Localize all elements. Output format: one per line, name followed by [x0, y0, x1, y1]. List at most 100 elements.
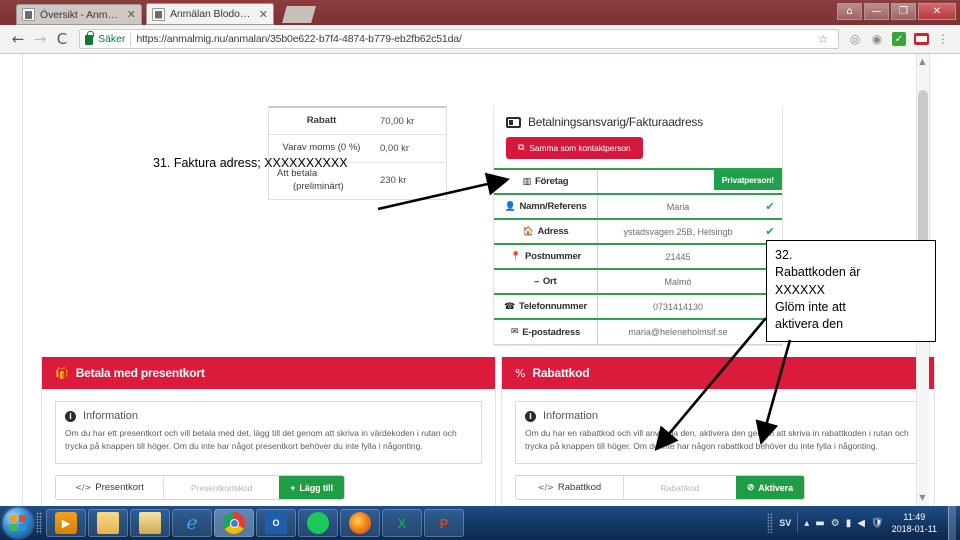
tray-show-hidden-icon[interactable]: ▴	[804, 518, 809, 529]
field-label-text: Telefonnummer	[519, 301, 587, 312]
tab-close-icon[interactable]: ✕	[127, 9, 136, 20]
lock-icon	[85, 31, 94, 45]
chrome-icon	[223, 512, 245, 534]
show-desktop-button[interactable]	[948, 506, 956, 540]
tray-dropbox-icon[interactable]: ⚙	[831, 518, 840, 529]
browser-tab-oversikt[interactable]: Översikt - AnmalMigNu! ✕	[16, 4, 142, 25]
info-body-text: Om du har ett presentkort och vill betal…	[65, 428, 457, 452]
plus-icon: +	[290, 482, 296, 493]
add-giftcard-button[interactable]: + Lägg till	[279, 476, 344, 500]
field-label: ✉ E-postadress	[494, 320, 598, 344]
annotation-32-box: 32. Rabattkoden är XXXXXX Glöm inte att …	[766, 240, 936, 343]
back-icon[interactable]: ←	[7, 28, 29, 50]
annotation-32-line3: XXXXXX	[775, 282, 826, 297]
taskbar-excel[interactable]: X	[382, 509, 422, 537]
summary-value: 0,00 kr	[380, 143, 410, 154]
table-row: Rabatt 70,00 kr	[269, 106, 446, 134]
omnibox-divider	[130, 32, 132, 46]
field-value[interactable]: 21445	[598, 245, 758, 268]
code-icon: </>	[75, 483, 92, 493]
tray-signal-icon[interactable]: ▮	[846, 518, 852, 529]
powerpoint-icon: P	[439, 515, 449, 531]
info-icon: i	[65, 410, 76, 422]
addon-label-text: Rabattkod	[557, 482, 602, 494]
discountcode-panel-header: % Rabattkod	[502, 357, 934, 389]
giftcard-info-box: i Information Om du har ett presentkort …	[55, 401, 482, 465]
field-value[interactable]: Maria	[598, 195, 758, 218]
taskbar-firefox[interactable]	[340, 509, 380, 537]
discount-input-group: </> Rabattkod Rabattkod ⊘ Aktivera	[515, 475, 805, 501]
address-bar[interactable]: Säker https://anmalmig.nu/anmalan/35b0e6…	[79, 29, 839, 49]
tray-security-icon[interactable]: 🛡	[871, 518, 884, 529]
tray-network-icon[interactable]: ▬	[815, 518, 824, 529]
field-label: 📍 Postnummer	[494, 245, 598, 268]
field-value[interactable]: ystadsvagen 25B, Helsingb	[598, 220, 758, 243]
firefox-icon	[349, 512, 371, 534]
invoice-fields-table: ▥ Företag ✔ Privatperson! 👤 Namn/Referen…	[494, 168, 782, 345]
field-label-text: Postnummer	[524, 251, 582, 262]
gift-icon: 🎁	[55, 366, 69, 380]
taskbar-file-explorer[interactable]	[88, 509, 128, 537]
window-controls: ⌂ — ❐ ✕	[837, 1, 956, 21]
giftcard-panel: 🎁 Betala med presentkort i Information O…	[41, 357, 496, 506]
table-row-namn: 👤 Namn/Referens Maria ✔	[494, 195, 782, 220]
browser-toolbar: ← → C Säker https://anmalmig.nu/anmalan/…	[0, 25, 960, 54]
bookmark-star-icon[interactable]: ☆	[813, 29, 833, 49]
minimize-button[interactable]: —	[864, 2, 889, 20]
clock[interactable]: 11:49 2018-01-11	[890, 511, 942, 535]
language-indicator[interactable]: SV	[779, 518, 791, 528]
close-window-button[interactable]: ✕	[918, 2, 956, 20]
taskbar-powerpoint[interactable]: P	[424, 509, 464, 537]
start-button[interactable]	[3, 508, 33, 538]
red-badge-icon	[913, 33, 929, 45]
browser-tab-anmalan[interactable]: Anmälan Blodomloppet ✕	[146, 3, 274, 25]
spotify-icon	[307, 512, 329, 534]
green-extension-icon[interactable]: ✓	[889, 29, 909, 49]
chrome-menu-icon[interactable]: ⋮	[933, 29, 953, 49]
restore-down-button[interactable]: ⌂	[837, 2, 862, 20]
tab-favicon-icon	[22, 8, 35, 21]
search-extension-icon[interactable]: ◉	[867, 29, 887, 49]
taskbar-internet-explorer[interactable]: e	[172, 509, 212, 537]
taskbar-grip[interactable]	[36, 512, 42, 534]
field-value[interactable]: maria@heleneholmsif.se	[598, 320, 758, 344]
table-row-adress: 🏠 Adress ystadsvagen 25B, Helsingb ✔	[494, 220, 782, 245]
tray-grip[interactable]	[767, 513, 774, 533]
tab-favicon-icon	[152, 7, 165, 21]
giftcard-code-input[interactable]: Presentkortskod	[164, 476, 279, 499]
field-value[interactable]: Malmö	[598, 270, 758, 293]
address-card-icon	[506, 116, 521, 128]
taskbar-outlook[interactable]: O	[256, 509, 296, 537]
taskbar-media-player[interactable]: ▶	[46, 509, 86, 537]
summary-label-sub: (preliminärt)	[293, 180, 344, 192]
url-text: https://anmalmig.nu/anmalan/35b0e622-b7f…	[136, 33, 462, 45]
scroll-up-arrow-icon[interactable]: ▲	[917, 56, 928, 68]
forward-icon[interactable]: →	[29, 28, 51, 50]
tab-title: Översikt - AnmalMigNu!	[40, 8, 121, 21]
taskbar-sticky-notes[interactable]	[130, 509, 170, 537]
red-extension-icon[interactable]	[911, 29, 931, 49]
field-label-text: Namn/Referens	[519, 201, 587, 212]
city-icon: ⎯	[534, 276, 540, 287]
field-label-text: Ort	[542, 276, 557, 287]
annotation-32-line2: Rabattkoden är	[775, 265, 861, 280]
profile-icon[interactable]: ◎	[845, 29, 865, 49]
activate-discount-button[interactable]: ⊘ Aktivera	[735, 476, 804, 500]
same-as-contact-button[interactable]: ⧉ Samma som kontaktperson	[506, 137, 643, 159]
taskbar-google-chrome[interactable]	[214, 509, 254, 537]
scroll-down-arrow-icon[interactable]: ▼	[917, 492, 928, 504]
same-as-contact-label: Samma som kontaktperson	[529, 143, 631, 153]
info-title-row: i Information	[65, 410, 472, 422]
checkmark-extension-icon: ✓	[892, 32, 906, 46]
reload-icon[interactable]: C	[51, 28, 73, 50]
internet-explorer-icon: e	[186, 512, 198, 534]
new-tab-button[interactable]	[282, 6, 316, 23]
system-tray: SV ▴ ▬ ⚙ ▮ ◀ 🛡 11:49 2018-01-11	[767, 506, 960, 540]
tray-volume-icon[interactable]: ◀	[857, 518, 865, 529]
field-value[interactable]: 0731414130	[598, 295, 758, 318]
summary-value: 230 kr	[380, 175, 407, 187]
maximize-button[interactable]: ❐	[891, 2, 916, 20]
discount-code-input[interactable]: Rabattkod	[624, 476, 736, 499]
tab-close-icon[interactable]: ✕	[259, 9, 268, 20]
taskbar-spotify[interactable]	[298, 509, 338, 537]
